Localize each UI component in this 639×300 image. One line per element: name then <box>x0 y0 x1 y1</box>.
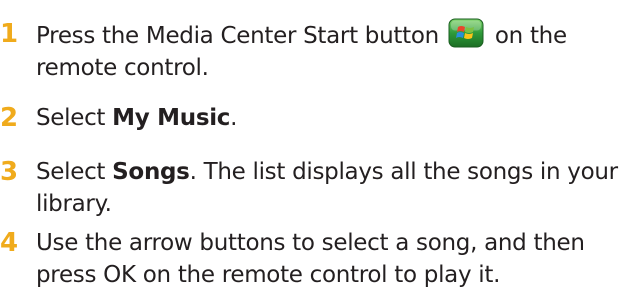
step-number: 1 <box>0 19 19 49</box>
step-line: Select My Music. <box>36 102 636 134</box>
step-line: Select Songs. The list displays all the … <box>36 156 636 188</box>
step-line: library. <box>36 191 112 217</box>
step-number: 3 <box>0 157 19 187</box>
step-text-part: Press the Media Center Start button <box>36 23 439 49</box>
step-text-part: . <box>230 105 238 131</box>
step-line: Press the Media Center Start button on t… <box>36 18 636 52</box>
step-text: Use the arrow buttons to select a song, … <box>36 227 636 291</box>
menu-item-name: My Music <box>112 105 231 131</box>
step-line: press OK on the remote control to play i… <box>36 262 501 288</box>
media-center-start-icon <box>448 18 484 48</box>
step-number: 4 <box>0 228 19 258</box>
step-number: 2 <box>0 103 19 133</box>
step-text-part: . The list displays all the songs in you… <box>189 159 619 185</box>
step-line: remote control. <box>36 55 209 81</box>
menu-item-name: Songs <box>112 159 190 185</box>
step-text: Select Songs. The list displays all the … <box>36 156 636 220</box>
step-line: Use the arrow buttons to select a song, … <box>36 230 585 256</box>
step-text-part: Select <box>36 105 113 131</box>
step-text-part: on the <box>494 23 567 49</box>
step-text: Press the Media Center Start button on t… <box>36 18 636 84</box>
step-text: Select My Music. <box>36 102 636 134</box>
step-text-part: Select <box>36 159 113 185</box>
